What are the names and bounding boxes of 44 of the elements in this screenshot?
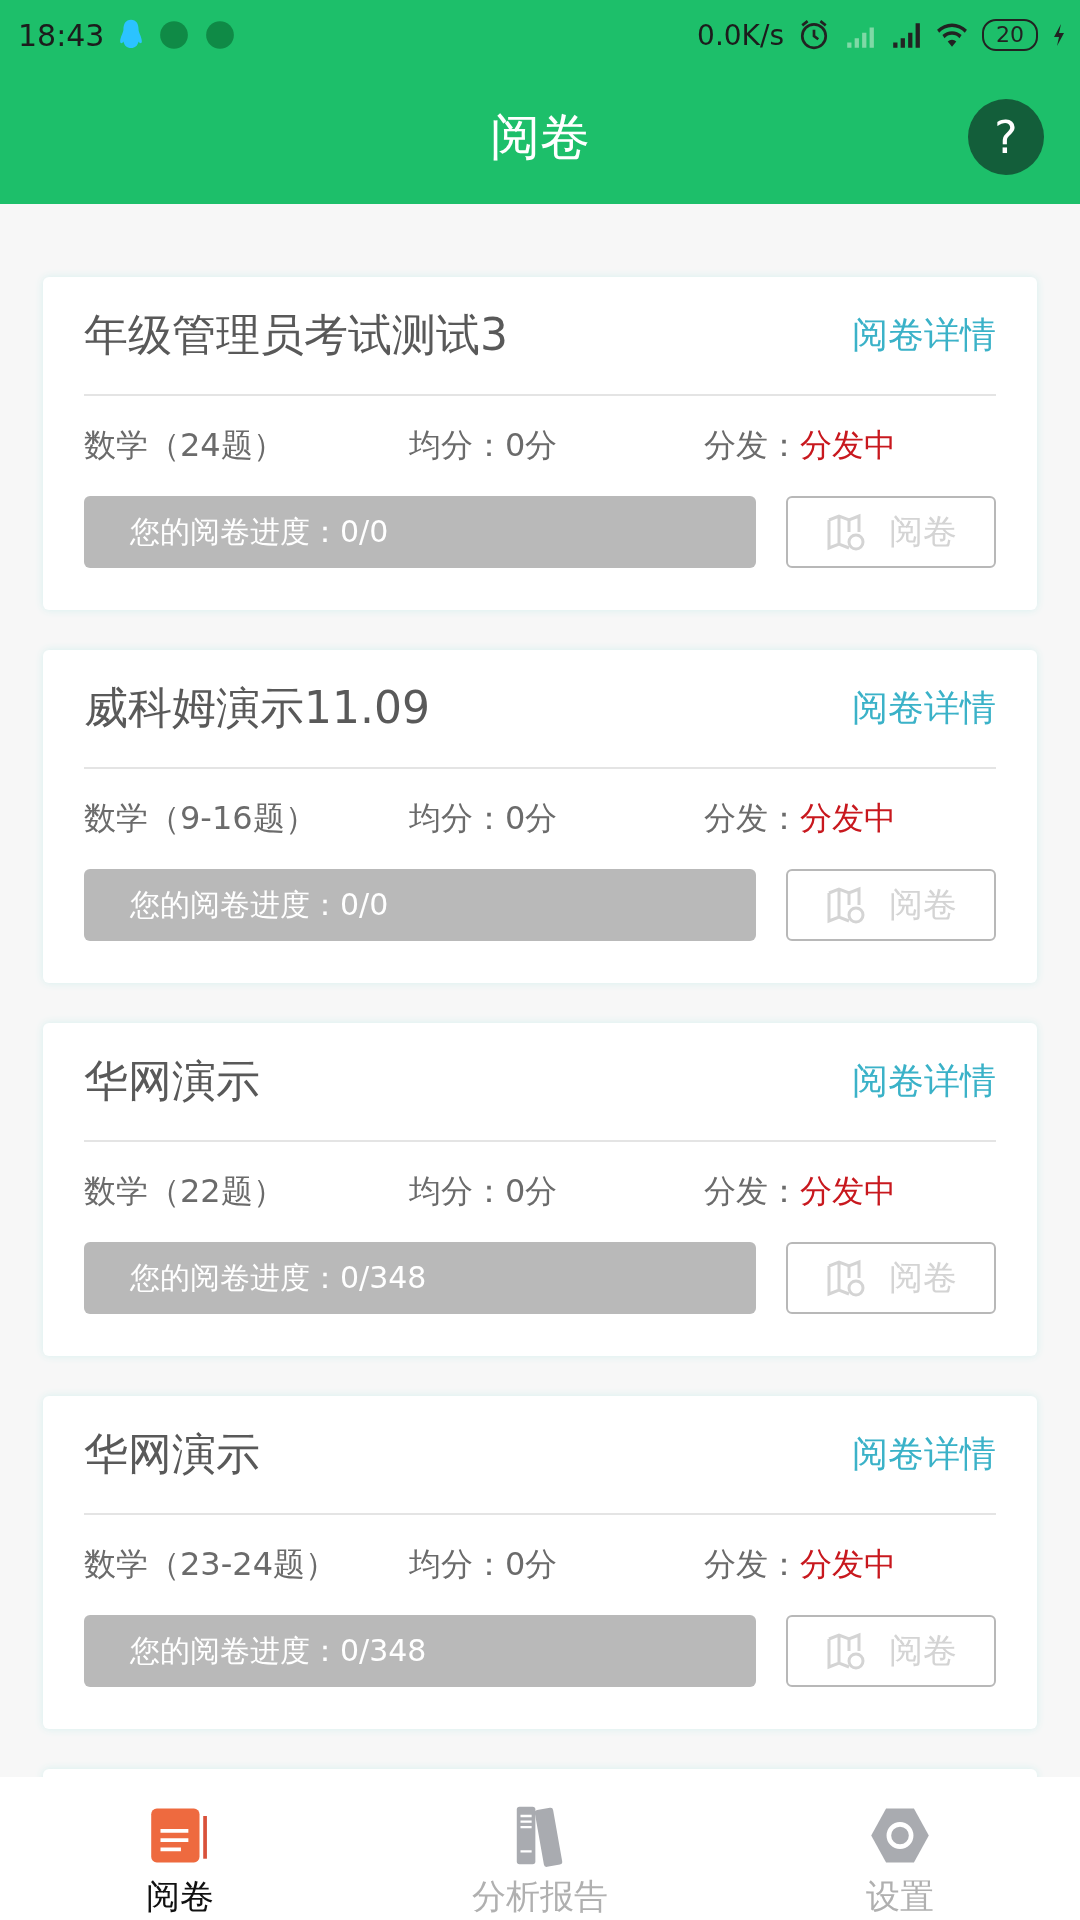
- progress-summary: 您的阅卷进度：0/0: [84, 869, 756, 941]
- subject-text: 数学（22题）: [84, 1171, 286, 1212]
- average-score: 均分：0分: [409, 798, 559, 839]
- status-time: 18:43: [18, 17, 105, 53]
- dispatch-status: 分发中: [800, 1544, 896, 1585]
- nav-tab[interactable]: 分析报告: [360, 1777, 720, 1920]
- dispatch-label: 分发：: [704, 798, 800, 839]
- details-link[interactable]: 阅卷详情: [852, 684, 996, 733]
- book-icon: [825, 512, 865, 552]
- subject-text: 数学（23-24题）: [84, 1544, 338, 1585]
- average-score: 均分：0分: [409, 1171, 559, 1212]
- page-title: 阅卷: [490, 106, 590, 168]
- exam-title: 华网演示: [84, 1054, 260, 1108]
- details-link[interactable]: 阅卷详情: [852, 311, 996, 360]
- details-link[interactable]: 阅卷详情: [852, 1430, 996, 1479]
- book-icon: [825, 885, 865, 925]
- charging-icon: [1052, 22, 1066, 48]
- progress-summary: 您的阅卷进度：0/348: [84, 1615, 756, 1687]
- progress-summary: 您的阅卷进度：0/0: [84, 496, 756, 568]
- exam-title: 年级管理员考试测试3: [84, 308, 508, 362]
- notification-icon: [158, 19, 191, 51]
- dispatch-status: 分发中: [800, 425, 896, 466]
- alarm-icon: [798, 19, 830, 51]
- dispatch-status: 分发中: [800, 798, 896, 839]
- average-score: 均分：0分: [409, 1544, 559, 1585]
- progress-summary: 您的阅卷进度：0/348: [84, 1242, 756, 1314]
- network-speed: 0.0K/s: [697, 18, 784, 52]
- dispatch-status: 分发中: [800, 1171, 896, 1212]
- nav-tab[interactable]: 设置: [720, 1777, 1080, 1920]
- subject-text: 数学（9-16题）: [84, 798, 318, 839]
- dispatch-label: 分发：: [704, 1171, 800, 1212]
- dispatch-label: 分发：: [704, 1544, 800, 1585]
- notification-icon: [204, 19, 237, 51]
- exam-title: 威科姆演示11.09: [84, 681, 430, 735]
- dispatch-label: 分发：: [704, 425, 800, 466]
- details-link[interactable]: 阅卷详情: [852, 1057, 996, 1106]
- book-icon: [825, 1258, 865, 1298]
- subject-text: 数学（24题）: [84, 425, 286, 466]
- battery-indicator: 20: [982, 19, 1038, 51]
- average-score: 均分：0分: [409, 425, 559, 466]
- book-icon: [825, 1631, 865, 1671]
- help-button[interactable]: ?: [968, 99, 1044, 175]
- exam-title: 华网演示: [84, 1427, 260, 1481]
- nav-tab[interactable]: 阅卷: [0, 1777, 360, 1920]
